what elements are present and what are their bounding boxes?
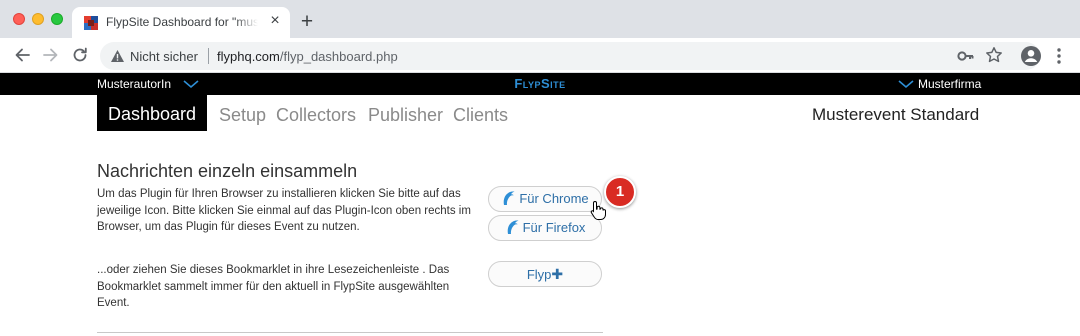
tab-collectors[interactable]: Collectors <box>276 105 356 126</box>
tab-close-icon[interactable]: × <box>266 12 284 30</box>
bookmarklet-instructions: ...oder ziehen Sie dieses Bookmarklet in… <box>97 264 450 309</box>
chrome-plugin-button[interactable]: Für Chrome <box>488 186 602 212</box>
firefox-plugin-button[interactable]: Für Firefox <box>488 215 602 241</box>
forward-arrow-icon[interactable] <box>40 44 62 66</box>
dolphin-icon <box>504 191 515 205</box>
callout-badge: 1 <box>604 176 636 208</box>
event-name: Musterevent Standard <box>812 105 980 124</box>
zoom-window-button[interactable] <box>51 13 63 25</box>
back-arrow-icon[interactable] <box>11 44 33 66</box>
tab-title: FlypSite Dashboard for "musterautor" <box>106 15 258 29</box>
new-tab-button[interactable]: + <box>296 11 318 33</box>
plugin-instructions: Um das Plugin für Ihren Browser zu insta… <box>97 188 471 233</box>
profile-icon[interactable] <box>1020 45 1042 67</box>
flyp-bookmarklet-button[interactable]: Flyp✚ <box>488 261 602 287</box>
url-path: /flyp_dashboard.php <box>279 49 398 64</box>
hand-pointer-icon <box>590 200 606 220</box>
key-icon[interactable] <box>957 49 975 63</box>
minimize-window-button[interactable] <box>32 13 44 25</box>
tab-setup[interactable]: Setup <box>219 105 266 126</box>
chevron-down-icon[interactable] <box>898 79 914 89</box>
security-label[interactable]: Nicht sicher <box>130 49 198 64</box>
close-window-button[interactable] <box>13 13 25 25</box>
main-navigation: Dashboard Setup Collectors Publisher Cli… <box>0 95 1080 135</box>
tab-clients[interactable]: Clients <box>453 105 508 126</box>
plus-icon: ✚ <box>551 266 564 282</box>
star-icon[interactable] <box>985 46 1003 64</box>
flypsite-favicon-icon <box>84 16 98 30</box>
firefox-button-label: Für Firefox <box>522 220 586 235</box>
company-dropdown[interactable]: Musterfirma <box>918 77 981 91</box>
kebab-menu-icon[interactable] <box>1052 47 1066 65</box>
site-topbar: MusterautorIn FlypSite Musterfirma <box>0 73 1080 95</box>
tab-dashboard[interactable]: Dashboard <box>97 95 207 131</box>
tab-publisher[interactable]: Publisher <box>368 105 443 126</box>
url-host: flyphq.com <box>217 49 280 64</box>
warning-triangle-icon[interactable] <box>110 49 125 63</box>
address-bar[interactable]: Nicht sicher flyphq.com/flyp_dashboard.p… <box>100 42 1040 70</box>
flyp-button-label: Flyp <box>526 267 552 282</box>
reload-icon[interactable] <box>69 44 91 66</box>
section-divider <box>97 332 603 333</box>
omnibox-separator <box>208 48 209 64</box>
url-text[interactable]: flyphq.com/flyp_dashboard.php <box>217 49 398 64</box>
section-title: Nachrichten einzeln einsammeln <box>97 161 358 181</box>
dolphin-icon <box>507 220 519 234</box>
browser-tab[interactable]: FlypSite Dashboard for "musterautor" × <box>72 7 290 38</box>
browser-toolbar: Nicht sicher flyphq.com/flyp_dashboard.p… <box>0 38 1080 73</box>
chrome-button-label: Für Chrome <box>519 191 589 206</box>
browser-titlebar: FlypSite Dashboard for "musterautor" × + <box>0 0 1080 38</box>
